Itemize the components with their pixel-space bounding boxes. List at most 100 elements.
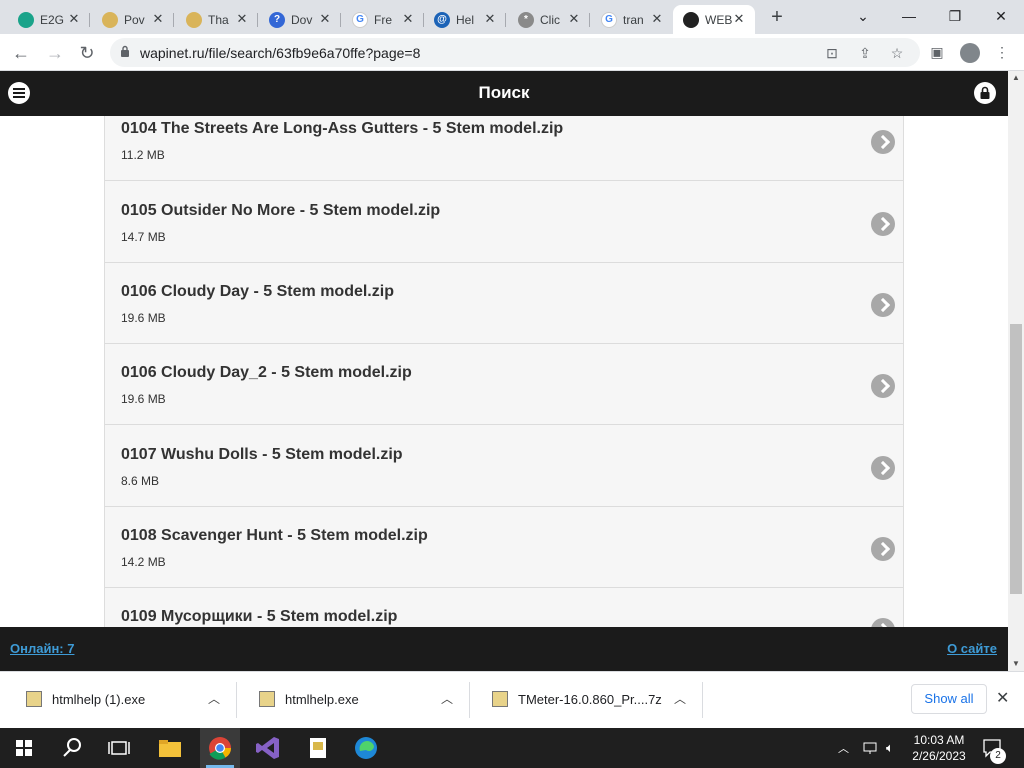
show-all-button[interactable]: Show all — [911, 684, 987, 714]
page-title: Поиск — [478, 83, 530, 102]
download-item[interactable]: htmlhelp (1).exe ︿ — [4, 682, 237, 718]
search-icon[interactable] — [56, 732, 88, 764]
edge-icon[interactable] — [350, 732, 382, 764]
back-button[interactable]: ← — [8, 40, 34, 66]
download-item[interactable]: htmlhelp.exe ︿ — [237, 682, 470, 718]
visual-studio-icon[interactable] — [252, 732, 284, 764]
network-icon[interactable] — [862, 740, 878, 756]
chevron-up-icon[interactable]: ︿ — [441, 690, 453, 707]
task-view-icon[interactable] — [103, 732, 135, 764]
browser-tab[interactable]: Tha ✕ — [176, 5, 258, 34]
tab-search-chevron-icon[interactable]: ⌄ — [840, 4, 886, 28]
site-header: Поиск — [0, 71, 1008, 116]
tab-close-icon[interactable]: ✕ — [482, 11, 498, 27]
about-site-link[interactable]: О сайте — [947, 641, 997, 656]
tab-title: Hel — [456, 12, 475, 27]
file-name[interactable]: 0108 Scavenger Hunt - 5 Stem model.zip — [121, 527, 428, 545]
bookmark-star-icon[interactable]: ☆ — [888, 44, 906, 62]
new-tab-button[interactable]: + — [766, 6, 788, 29]
file-list-item[interactable]: 0106 Cloudy Day_2 - 5 Stem model.zip 19.6… — [105, 344, 903, 425]
profile-avatar[interactable] — [960, 43, 980, 63]
side-panel-icon[interactable]: ▣ — [928, 43, 946, 61]
file-name[interactable]: 0109 Мусорщики - 5 Stem model.zip — [121, 608, 397, 626]
forward-button[interactable]: → — [42, 40, 68, 66]
chevron-up-icon[interactable]: ︿ — [208, 690, 220, 707]
file-list-item[interactable]: 0109 Мусорщики - 5 Stem model.zip — [105, 588, 903, 627]
close-window-button[interactable]: ✕ — [978, 4, 1024, 28]
browser-tab[interactable]: G Fre ✕ — [342, 5, 424, 34]
browser-tab[interactable]: * Clic ✕ — [508, 5, 590, 34]
tab-close-icon[interactable]: ✕ — [731, 11, 747, 27]
browser-toolbar: ← → ↻ wapinet.ru/file/search/63fb9e6a70f… — [0, 34, 1024, 71]
url-text[interactable]: wapinet.ru/file/search/63fb9e6a70ffe?pag… — [140, 45, 420, 61]
file-size: 19.6 MB — [121, 311, 166, 325]
open-arrow-icon[interactable] — [871, 456, 895, 480]
tab-close-icon[interactable]: ✕ — [66, 11, 82, 27]
download-file-name[interactable]: htmlhelp.exe — [285, 692, 359, 707]
volume-icon[interactable]: 🔈︎ — [886, 740, 894, 768]
start-windows-icon[interactable] — [8, 732, 40, 764]
scroll-down-arrow-icon[interactable]: ▼ — [1008, 657, 1024, 671]
file-list-item[interactable]: 0108 Scavenger Hunt - 5 Stem model.zip 14… — [105, 507, 903, 588]
tab-close-icon[interactable]: ✕ — [317, 11, 333, 27]
tab-close-icon[interactable]: ✕ — [649, 11, 665, 27]
download-file-name[interactable]: htmlhelp (1).exe — [52, 692, 145, 707]
lock-icon[interactable] — [120, 45, 130, 57]
tab-favicon-icon — [683, 11, 699, 28]
scroll-up-arrow-icon[interactable]: ▲ — [1008, 71, 1024, 85]
browser-tab[interactable]: E2G ✕ — [8, 5, 90, 34]
file-name[interactable]: 0104 The Streets Are Long-Ass Gutters - … — [121, 120, 563, 138]
chevron-up-icon[interactable]: ︿ — [674, 690, 686, 707]
login-lock-icon[interactable] — [974, 82, 996, 104]
tab-close-icon[interactable]: ✕ — [400, 11, 416, 27]
browser-tab[interactable]: Pov ✕ — [92, 5, 174, 34]
tab-favicon-icon: G — [601, 11, 617, 28]
help-workshop-icon[interactable] — [302, 732, 334, 764]
page-scrollbar[interactable]: ▲ ▼ — [1008, 71, 1024, 671]
file-list-item[interactable]: 0106 Cloudy Day - 5 Stem model.zip 19.6 M… — [105, 263, 903, 344]
open-arrow-icon[interactable] — [871, 130, 895, 154]
download-file-name[interactable]: TMeter-16.0.860_Pr....7z — [518, 692, 662, 707]
file-explorer-icon[interactable] — [154, 732, 186, 764]
tab-favicon-icon: ? — [269, 11, 285, 28]
file-name[interactable]: 0106 Cloudy Day_2 - 5 Stem model.zip — [121, 364, 412, 382]
show-hidden-icons-chevron-icon[interactable]: ︿ — [838, 740, 849, 768]
file-name[interactable]: 0105 Outsider No More - 5 Stem model.zip — [121, 202, 440, 220]
file-name[interactable]: 0106 Cloudy Day - 5 Stem model.zip — [121, 283, 394, 301]
share-icon[interactable]: ⇪ — [856, 44, 874, 62]
address-bar[interactable]: wapinet.ru/file/search/63fb9e6a70ffe?pag… — [110, 38, 920, 67]
scrollbar-thumb[interactable] — [1010, 324, 1022, 594]
chrome-taskbar-button[interactable] — [200, 728, 240, 768]
open-arrow-icon[interactable] — [871, 293, 895, 317]
close-shelf-icon[interactable]: ✕ — [996, 688, 1009, 708]
tab-close-icon[interactable]: ✕ — [566, 11, 582, 27]
windows-taskbar: ︿ 🔈︎ 10:03 AM 2/26/2023 2 — [0, 728, 1024, 768]
translate-icon[interactable]: ⊡ — [823, 44, 841, 62]
online-count-link[interactable]: Онлайн: 7 — [10, 641, 74, 656]
file-size: 11.2 MB — [121, 148, 165, 162]
maximize-button[interactable]: ❐ — [932, 4, 978, 28]
browser-tab[interactable]: @ Hel ✕ — [424, 5, 506, 34]
tab-separator — [505, 13, 506, 27]
file-icon — [492, 691, 508, 707]
file-list-item[interactable]: 0105 Outsider No More - 5 Stem model.zip… — [105, 182, 903, 263]
system-clock[interactable]: 10:03 AM 2/26/2023 — [904, 732, 974, 764]
download-item[interactable]: TMeter-16.0.860_Pr....7z ︿ — [470, 682, 703, 718]
open-arrow-icon[interactable] — [871, 374, 895, 398]
file-name[interactable]: 0107 Wushu Dolls - 5 Stem model.zip — [121, 446, 403, 464]
browser-tab[interactable]: Gtran ✕ — [591, 5, 673, 34]
tab-title: Fre — [374, 12, 392, 27]
file-list-item[interactable]: 0107 Wushu Dolls - 5 Stem model.zip 8.6 M… — [105, 426, 903, 507]
open-arrow-icon[interactable] — [871, 212, 895, 236]
more-options-icon[interactable]: ⋮ — [993, 43, 1011, 61]
tab-close-icon[interactable]: ✕ — [234, 11, 250, 27]
browser-tab[interactable]: ? Dov ✕ — [259, 5, 341, 34]
tab-favicon-icon — [18, 11, 34, 28]
file-list-item[interactable]: 0104 The Streets Are Long-Ass Gutters - … — [105, 116, 903, 181]
browser-tab[interactable]: WEB ✕ — [673, 5, 755, 34]
minimize-button[interactable]: — — [886, 4, 932, 28]
tab-close-icon[interactable]: ✕ — [150, 11, 166, 27]
open-arrow-icon[interactable] — [871, 537, 895, 561]
reload-button[interactable]: ↻ — [74, 40, 100, 66]
open-arrow-icon[interactable] — [871, 618, 895, 627]
